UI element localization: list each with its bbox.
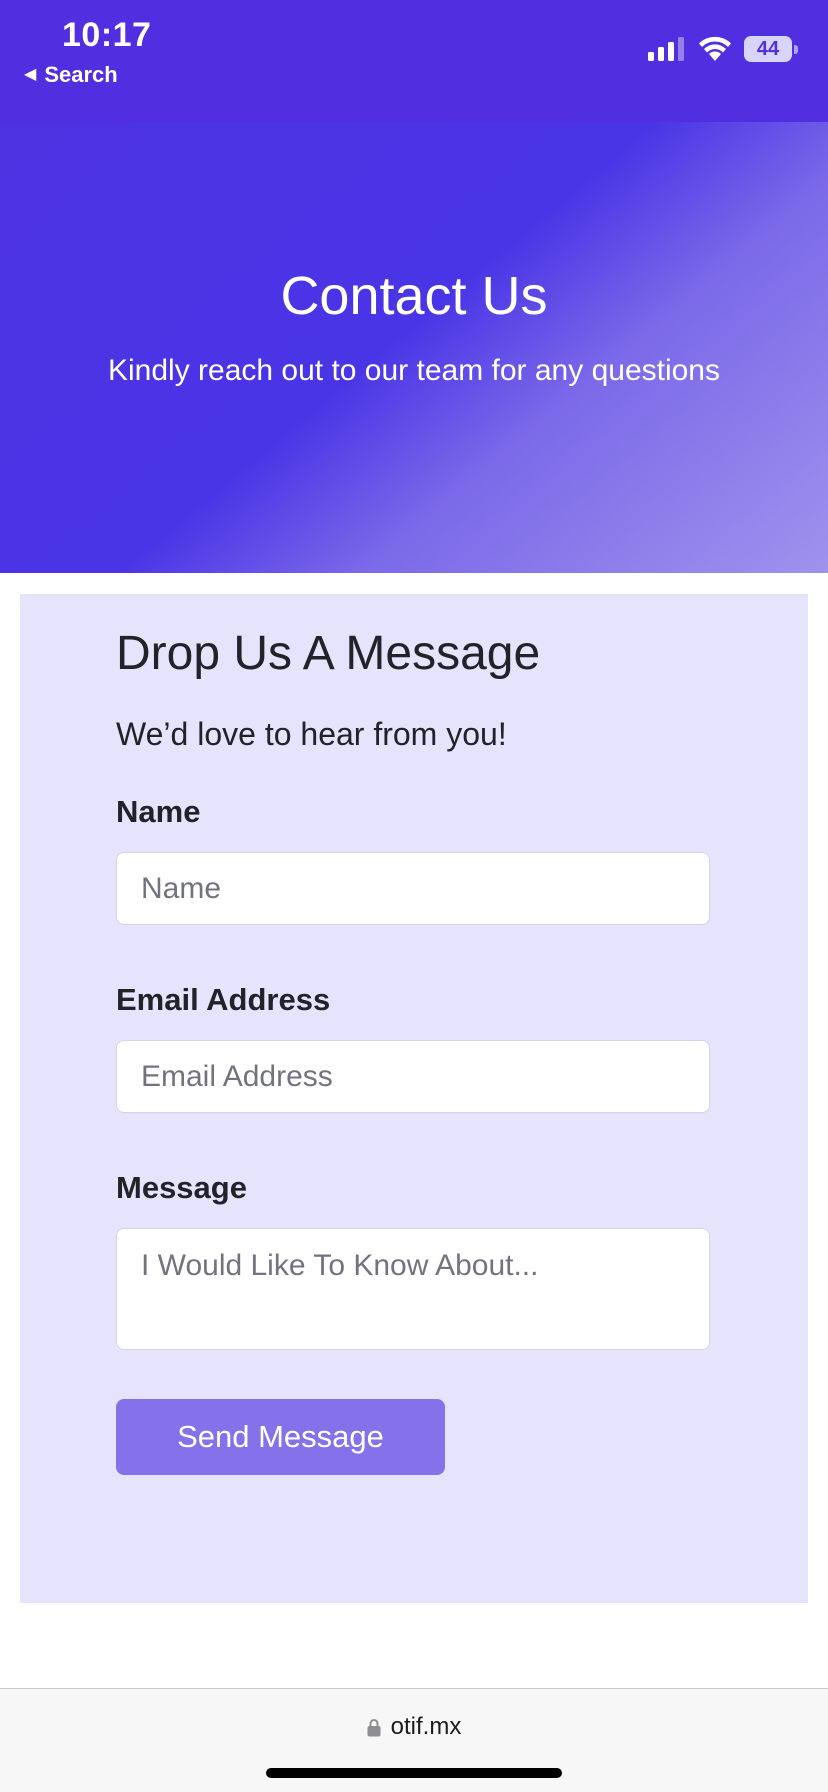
form-intro: We’d love to hear from you! bbox=[116, 716, 507, 752]
battery-icon: 44 bbox=[744, 36, 798, 62]
message-label: Message bbox=[116, 1170, 247, 1205]
back-link-label: Search bbox=[44, 62, 118, 87]
message-textarea[interactable] bbox=[116, 1228, 710, 1350]
name-input[interactable] bbox=[116, 852, 710, 925]
status-icons: 44 bbox=[648, 36, 798, 62]
page-subtitle: Kindly reach out to our team for any que… bbox=[107, 354, 720, 387]
hero-banner: Contact Us Kindly reach out to our team … bbox=[0, 122, 828, 573]
back-arrow-icon: ◀ bbox=[24, 66, 37, 83]
send-message-button[interactable]: Send Message bbox=[116, 1399, 445, 1475]
email-label: Email Address bbox=[116, 982, 331, 1017]
url-text: otif.mx bbox=[390, 1713, 462, 1740]
url-display[interactable]: otif.mx bbox=[0, 1713, 828, 1741]
contact-form-section: Drop Us A Message We’d love to hear from… bbox=[20, 594, 808, 1603]
form-heading: Drop Us A Message bbox=[116, 627, 541, 680]
email-input[interactable] bbox=[116, 1040, 710, 1113]
home-indicator[interactable] bbox=[266, 1768, 562, 1778]
wifi-icon bbox=[699, 36, 731, 61]
back-to-search-link[interactable]: ◀ Search bbox=[24, 62, 118, 88]
status-bar: 10:17 ◀ Search 44 bbox=[0, 0, 828, 122]
battery-cap bbox=[794, 44, 798, 54]
cellular-signal-icon bbox=[648, 37, 684, 61]
name-label: Name bbox=[116, 794, 201, 829]
lock-icon bbox=[367, 1718, 381, 1736]
browser-url-bar[interactable]: otif.mx bbox=[0, 1688, 828, 1792]
page-title: Contact Us bbox=[280, 266, 548, 326]
status-time: 10:17 bbox=[62, 16, 152, 54]
battery-level: 44 bbox=[744, 36, 792, 62]
